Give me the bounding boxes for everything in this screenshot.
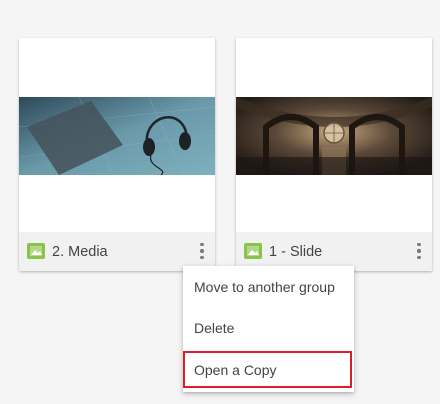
menu-item-delete[interactable]: Delete — [183, 311, 354, 345]
card-preview[interactable] — [19, 38, 215, 232]
card-title: 1 - Slide — [269, 244, 323, 260]
more-options-icon[interactable] — [412, 239, 426, 263]
headphones-thumbnail — [19, 97, 215, 175]
image-icon — [27, 243, 45, 259]
menu-item-open-a-copy[interactable]: Open a Copy — [183, 353, 354, 387]
card-preview[interactable] — [236, 38, 432, 232]
more-options-icon[interactable] — [195, 239, 209, 263]
menu-item-move-to-another-group[interactable]: Move to another group — [183, 270, 354, 304]
image-icon — [244, 243, 262, 259]
card-title: 2. Media — [52, 244, 108, 260]
media-card[interactable]: 2. Media — [19, 38, 215, 271]
context-menu: Move to another group Delete Open a Copy — [183, 266, 354, 392]
cathedral-thumbnail — [236, 97, 432, 175]
slide-card[interactable]: 1 - Slide — [236, 38, 432, 271]
